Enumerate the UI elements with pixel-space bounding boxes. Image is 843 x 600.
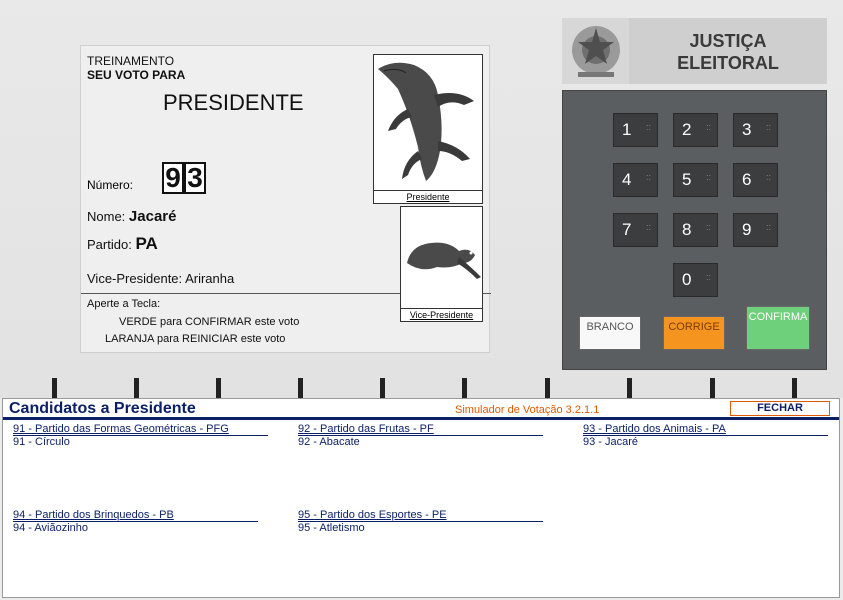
corrige-button[interactable]: CORRIGE — [663, 316, 725, 350]
otter-image — [407, 242, 481, 279]
tick — [710, 378, 715, 398]
header-line-1: JUSTIÇA — [689, 31, 767, 51]
panel-title-bar — [3, 417, 839, 420]
candidate-name: 95 - Atletismo — [298, 522, 365, 534]
party-entry: 95 - Partido dos Esportes - PE 95 - Atle… — [298, 509, 543, 534]
simulator-version: Simulador de Votação 3.2.1.1 — [455, 404, 600, 416]
your-vote-label: SEU VOTO PARA — [87, 68, 186, 82]
key-1-label: 1 — [622, 120, 632, 139]
candidate-name: 92 - Abacate — [298, 436, 360, 448]
key-9[interactable]: 9:: — [733, 213, 778, 247]
party-entry: 94 - Partido dos Brinquedos - PB 94 - Av… — [13, 509, 258, 534]
vice-value: Ariranha — [185, 271, 235, 286]
name-value: Jacaré — [128, 208, 177, 225]
confirma-button[interactable]: CONFIRMA — [746, 306, 810, 350]
party-entry: 91 - Partido das Formas Geométricas - PF… — [13, 423, 268, 448]
key-6-label: 6 — [742, 170, 752, 189]
key-6[interactable]: 6:: — [733, 163, 778, 197]
voting-machine: TREINAMENTO SEU VOTO PARA PRESIDENTE Núm… — [0, 0, 843, 398]
party-name: 94 - Partido dos Brinquedos - PB — [13, 509, 174, 521]
orange-key-word: LARANJA — [105, 333, 154, 345]
office-title: PRESIDENTE — [163, 90, 304, 115]
training-label: TREINAMENTO — [87, 54, 175, 68]
party-row: Partido: PA — [87, 234, 158, 254]
tick — [134, 378, 139, 398]
vice-president-photo: Vice-Presidente — [400, 206, 483, 322]
press-key-label: Aperte a Tecla: — [87, 298, 161, 310]
tick — [627, 378, 632, 398]
brazil-seal-icon — [572, 26, 620, 77]
tick — [52, 378, 57, 398]
key-8-label: 8 — [682, 220, 692, 239]
ballot-screen: TREINAMENTO SEU VOTO PARA PRESIDENTE Núm… — [80, 45, 491, 353]
key-7-label: 7 — [622, 220, 632, 239]
candidates-panel: Candidatos a Presidente Simulador de Vot… — [2, 398, 840, 598]
president-photo: Presidente — [373, 54, 483, 204]
tick — [216, 378, 221, 398]
key-2[interactable]: 2:: — [673, 113, 718, 147]
vice-row: Vice-Presidente: Ariranha — [87, 271, 234, 286]
vice-president-caption: Vice-Presidente — [401, 308, 482, 321]
party-entry: 93 - Partido dos Animais - PA 93 - Jacar… — [583, 423, 828, 448]
key-7[interactable]: 7:: — [613, 213, 658, 247]
keypad: 1:: 2:: 3:: 4:: 5:: 6:: 7:: 8:: 9:: 0:: … — [562, 90, 827, 370]
vice-label: Vice-Presidente: — [87, 271, 183, 286]
green-key-word: VERDE — [119, 316, 157, 328]
key-4-label: 4 — [622, 170, 632, 189]
candidate-name: 93 - Jacaré — [583, 436, 639, 448]
divider-ticks — [0, 378, 843, 398]
party-value: PA — [135, 234, 158, 253]
branco-button[interactable]: BRANCO — [579, 316, 641, 350]
key-5-label: 5 — [682, 170, 692, 189]
key-5[interactable]: 5:: — [673, 163, 718, 197]
panel-title: Candidatos a Presidente — [9, 400, 196, 417]
number-label: Número: — [87, 178, 134, 192]
alligator-image — [378, 62, 474, 181]
key-4[interactable]: 4:: — [613, 163, 658, 197]
party-name: 91 - Partido das Formas Geométricas - PF… — [13, 423, 229, 435]
key-0[interactable]: 0:: — [673, 263, 718, 297]
key-0-label: 0 — [682, 270, 692, 289]
party-name: 95 - Partido dos Esportes - PE — [298, 509, 447, 521]
coat-of-arms — [562, 18, 629, 84]
key-9-label: 9 — [742, 220, 752, 239]
president-caption: Presidente — [374, 190, 482, 203]
key-1[interactable]: 1:: — [613, 113, 658, 147]
number-digit-1: 9 — [162, 162, 184, 194]
close-button[interactable]: FECHAR — [730, 401, 830, 416]
tick — [792, 378, 797, 398]
party-name: 92 - Partido das Frutas - PF — [298, 423, 434, 435]
name-row: Nome: Jacaré — [87, 208, 176, 225]
tick — [545, 378, 550, 398]
tick — [462, 378, 467, 398]
number-digit-2: 3 — [184, 162, 206, 194]
key-3-label: 3 — [742, 120, 752, 139]
candidate-name: 91 - Círculo — [13, 436, 70, 448]
header-line-2: ELEITORAL — [677, 53, 779, 73]
party-name: 93 - Partido dos Animais - PA — [583, 423, 726, 435]
key-2-label: 2 — [682, 120, 692, 139]
orange-instruction-text: para REINICIAR este voto — [156, 333, 286, 345]
orange-instruction: LARANJA para REINICIAR este voto — [105, 333, 285, 345]
party-label: Partido: — [87, 237, 132, 252]
name-label: Nome: — [87, 209, 126, 224]
key-3[interactable]: 3:: — [733, 113, 778, 147]
electoral-justice-header: JUSTIÇA ELEITORAL — [629, 18, 827, 84]
green-instruction: VERDE para CONFIRMAR este voto — [119, 316, 299, 328]
candidate-name: 94 - Aviãozinho — [13, 522, 89, 534]
party-entry: 92 - Partido das Frutas - PF 92 - Abacat… — [298, 423, 543, 448]
tick — [298, 378, 303, 398]
key-8[interactable]: 8:: — [673, 213, 718, 247]
green-instruction-text: para CONFIRMAR este voto — [159, 316, 300, 328]
tick — [380, 378, 385, 398]
